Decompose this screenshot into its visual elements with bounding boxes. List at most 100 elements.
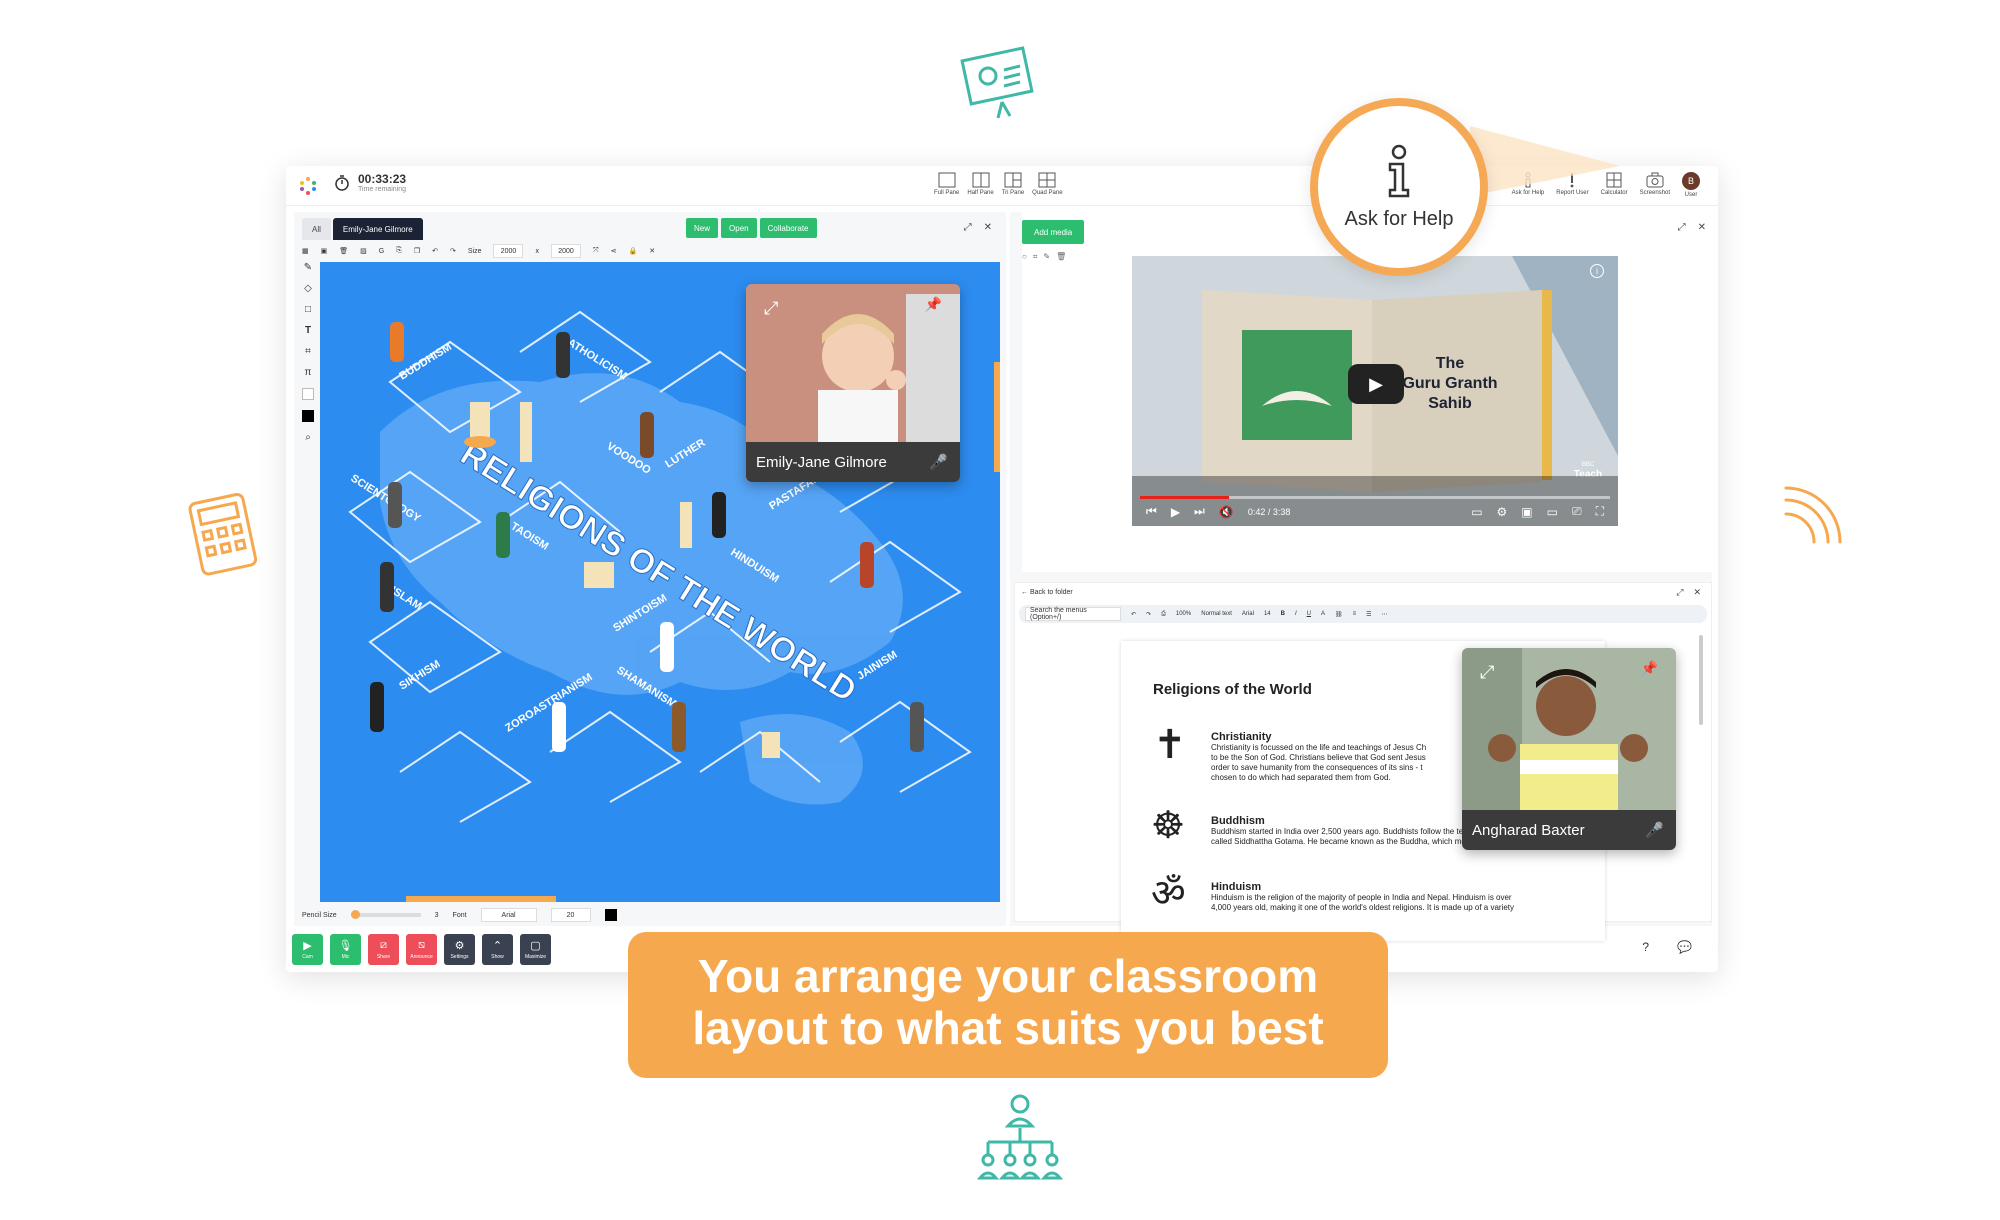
expand-doc-icon[interactable]: ⤢: [1676, 587, 1683, 598]
collaborate-button[interactable]: Collaborate: [759, 218, 817, 238]
canvas-height-input[interactable]: 2000: [550, 244, 581, 258]
export-icon[interactable]: ⎘: [396, 247, 402, 255]
close-doc-icon[interactable]: ✕: [1693, 587, 1701, 598]
tab-all[interactable]: All: [302, 218, 331, 240]
italic-icon[interactable]: I: [1295, 611, 1297, 617]
close-video-icon[interactable]: ✕: [1698, 222, 1706, 233]
user-menu-button[interactable]: B User: [1682, 172, 1700, 198]
open-button[interactable]: Open: [721, 218, 757, 238]
skip-back-icon[interactable]: ⏮: [1146, 504, 1157, 519]
fullscreen-icon[interactable]: ⤢: [764, 298, 778, 319]
trash-icon[interactable]: 🗑: [339, 247, 348, 255]
font-size-select[interactable]: 20: [550, 908, 591, 922]
pencil-icon[interactable]: ✎: [304, 262, 312, 273]
delete-icon[interactable]: 🗑: [1056, 252, 1066, 262]
pin-icon[interactable]: 📌: [1641, 660, 1658, 677]
circle-icon[interactable]: ○: [1022, 252, 1027, 262]
maximize-button[interactable]: ▢ Maximize: [520, 934, 551, 965]
video-progress-bar[interactable]: [1140, 496, 1610, 499]
captions-icon[interactable]: ▭: [1471, 505, 1482, 519]
copy-icon[interactable]: ❐: [414, 247, 420, 255]
link-icon[interactable]: ⛓: [1335, 611, 1343, 618]
canvas-scrollbar-vertical[interactable]: [994, 362, 1000, 472]
doc-menu-search[interactable]: Search the menus (Option+/): [1025, 607, 1121, 621]
pi-icon[interactable]: π: [305, 367, 312, 378]
fullscreen-video-icon[interactable]: ⛶: [1596, 504, 1604, 519]
align-icon[interactable]: ≡: [1353, 611, 1357, 617]
font-select[interactable]: Arial: [480, 908, 537, 922]
help-icon[interactable]: ?: [1642, 940, 1649, 954]
list-icon[interactable]: ☰: [1366, 611, 1371, 618]
back-to-folder-link[interactable]: ← Back to folder: [1021, 589, 1073, 596]
color-black-swatch[interactable]: [302, 410, 314, 422]
text-icon[interactable]: T: [305, 325, 311, 336]
crop-tool-icon[interactable]: ⌗: [1033, 252, 1038, 262]
full-pane-button[interactable]: Full Pane: [934, 172, 959, 196]
font-color-swatch[interactable]: [604, 909, 617, 921]
add-media-button[interactable]: Add media: [1022, 220, 1085, 244]
screenshot-button[interactable]: Screenshot: [1640, 172, 1670, 196]
color-white-swatch[interactable]: [302, 388, 314, 400]
close-toolbar-icon[interactable]: ✕: [649, 247, 655, 255]
canvas-width-input[interactable]: 2000: [493, 244, 524, 258]
doc-zoom-select[interactable]: 100%: [1176, 611, 1191, 617]
pin-icon[interactable]: 📌: [925, 296, 942, 313]
edit-icon[interactable]: ✎: [1043, 252, 1050, 262]
miniplayer-icon[interactable]: ▣: [1521, 505, 1532, 519]
canvas-scrollbar-horizontal[interactable]: [406, 896, 556, 902]
half-pane-button[interactable]: Half Pane: [967, 172, 994, 196]
doc-font-select[interactable]: Arial: [1242, 611, 1254, 617]
tri-pane-button[interactable]: Tri Pane: [1002, 172, 1024, 196]
mute-icon[interactable]: 🔇: [1219, 505, 1234, 519]
redo-icon[interactable]: ↷: [450, 247, 456, 255]
fit-icon[interactable]: ⤧: [593, 247, 599, 255]
mic-button[interactable]: 🎙 Mic: [330, 934, 361, 965]
tab-emily-jane-gilmore[interactable]: Emily-Jane Gilmore: [332, 218, 423, 240]
zoom-icon[interactable]: ⌕: [305, 432, 311, 443]
share-button[interactable]: ⧄ Share: [368, 934, 399, 965]
share-icon[interactable]: ⋖: [611, 247, 617, 255]
eraser-icon[interactable]: ◇: [304, 283, 312, 294]
grid-icon[interactable]: ▦: [302, 247, 309, 255]
skip-forward-icon[interactable]: ⏭: [1194, 504, 1205, 519]
bold-icon[interactable]: B: [1281, 611, 1285, 617]
expand-video-icon[interactable]: ⤢: [1678, 222, 1686, 233]
settings-gear-icon[interactable]: ⚙: [1497, 505, 1508, 519]
underline-icon[interactable]: U: [1307, 611, 1311, 617]
participant-video-angharad[interactable]: ⤢ 📌 Angharad Baxter 🎤: [1462, 648, 1676, 850]
participant-video-emily[interactable]: ⤢ 📌 Emily-Jane Gilmore 🎤: [746, 284, 960, 482]
lock-icon[interactable]: 🔒: [628, 247, 637, 255]
save-icon[interactable]: ▣: [321, 247, 328, 255]
pencil-size-slider[interactable]: [350, 910, 421, 919]
video-player[interactable]: The Guru Granth Sahib BBC Teach ▶ i ⏮ ▶: [1132, 256, 1618, 526]
play-button[interactable]: ▶: [1348, 364, 1404, 404]
image-icon[interactable]: ▨: [360, 247, 367, 255]
doc-scrollbar[interactable]: [1699, 635, 1703, 725]
show-button[interactable]: ⌃ Show: [482, 934, 513, 965]
cast-icon[interactable]: ⎚: [1572, 504, 1582, 519]
more-icon[interactable]: ⋯: [1382, 611, 1388, 618]
announce-button[interactable]: ⧅ Announce: [406, 934, 437, 965]
new-button[interactable]: New: [686, 218, 719, 238]
fullscreen-icon[interactable]: ⤢: [1480, 662, 1494, 683]
doc-style-select[interactable]: Normal text: [1201, 611, 1232, 617]
quad-pane-button[interactable]: Quad Pane: [1032, 172, 1063, 196]
close-icon[interactable]: ✕: [984, 222, 992, 233]
settings-button[interactable]: ⚙ Settings: [444, 934, 475, 965]
expand-icon[interactable]: ⤢: [964, 222, 972, 233]
doc-redo-icon[interactable]: ↷: [1146, 611, 1151, 618]
cam-button[interactable]: ▶ Cam: [292, 934, 323, 965]
chat-icon[interactable]: 💬: [1677, 940, 1692, 954]
doc-card-controls: ⤢ ✕: [1676, 587, 1701, 598]
theater-icon[interactable]: ▭: [1547, 505, 1558, 519]
video-info-icon[interactable]: i: [1590, 264, 1604, 278]
google-icon[interactable]: G: [379, 248, 384, 255]
undo-icon[interactable]: ↶: [432, 247, 438, 255]
doc-undo-icon[interactable]: ↶: [1131, 611, 1136, 618]
doc-size-select[interactable]: 14: [1264, 611, 1271, 617]
rectangle-icon[interactable]: □: [305, 304, 311, 315]
doc-print-icon[interactable]: ⎙: [1161, 611, 1166, 618]
text-color-icon[interactable]: A: [1321, 611, 1325, 617]
crop-icon[interactable]: ⌗: [305, 346, 311, 357]
play-small-icon[interactable]: ▶: [1171, 505, 1180, 519]
